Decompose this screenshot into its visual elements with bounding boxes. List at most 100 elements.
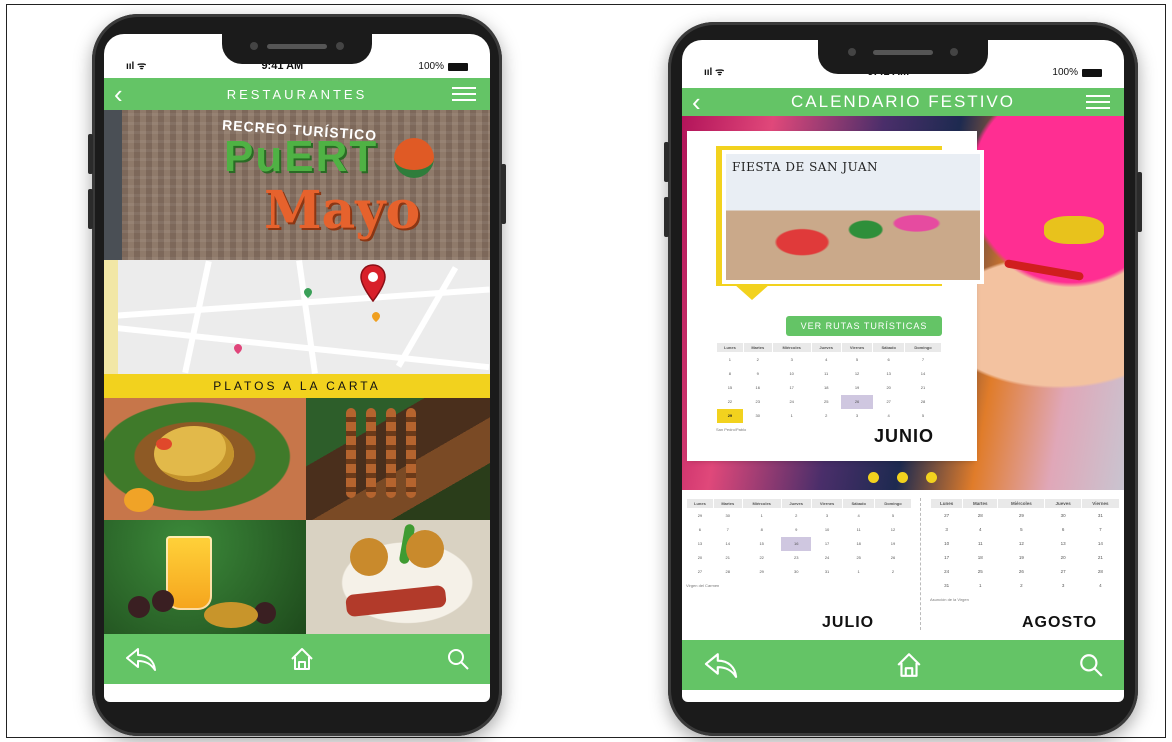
calendar-day[interactable]: 12 [998, 537, 1045, 551]
carousel-dot[interactable] [868, 472, 879, 483]
calendar-day[interactable]: 30 [1045, 509, 1081, 523]
ver-rutas-button[interactable]: VER RUTAS TURÍSTICAS [786, 316, 942, 336]
calendar-day[interactable]: 3 [772, 353, 811, 367]
calendar-day[interactable]: 5 [841, 353, 873, 367]
calendar-day[interactable]: 19 [875, 537, 912, 551]
calendar-day[interactable]: 28 [905, 395, 942, 409]
fiesta-photo[interactable]: FIESTA DE SAN JUAN [726, 154, 980, 280]
calendar-day[interactable]: 5 [905, 409, 942, 423]
hamburger-menu-icon[interactable] [452, 87, 476, 101]
calendar-day[interactable]: 11 [811, 367, 841, 381]
calendar-day[interactable]: 15 [742, 537, 781, 551]
calendar-day[interactable]: 24 [772, 395, 811, 409]
dish-card-jugo[interactable] [104, 520, 306, 634]
calendar-day[interactable]: 8 [717, 367, 744, 381]
calendar-day[interactable]: 21 [713, 551, 742, 565]
calendar-day[interactable]: 5 [875, 509, 912, 523]
calendar-day[interactable]: 31 [1081, 509, 1119, 523]
calendar-day[interactable]: 6 [1045, 523, 1081, 537]
carousel-dot[interactable] [897, 472, 908, 483]
calendar-day[interactable]: 20 [687, 551, 714, 565]
calendar-day[interactable]: 2 [743, 353, 772, 367]
search-icon[interactable] [1078, 652, 1104, 678]
calendar-day[interactable]: 4 [843, 509, 875, 523]
calendar-day[interactable]: 1 [772, 409, 811, 423]
home-icon[interactable] [289, 646, 315, 672]
calendar-day[interactable]: 7 [905, 353, 942, 367]
calendar-day[interactable]: 27 [687, 565, 714, 579]
calendar-day[interactable]: 18 [811, 381, 841, 395]
calendar-day[interactable]: 26 [841, 394, 873, 409]
calendar-day[interactable]: 25 [811, 395, 841, 409]
calendar-day[interactable]: 14 [713, 537, 742, 551]
calendar-day[interactable]: 10 [931, 537, 963, 551]
calendar-day[interactable]: 25 [843, 551, 875, 565]
calendar-day[interactable]: 11 [843, 523, 875, 537]
calendar-day[interactable]: 25 [963, 565, 998, 579]
calendar-day[interactable]: 21 [905, 381, 942, 395]
calendar-day[interactable]: 16 [781, 536, 812, 551]
calendar-day[interactable]: 12 [841, 367, 873, 381]
calendar-day[interactable]: 1 [717, 353, 744, 367]
calendar-day[interactable]: 2 [998, 579, 1045, 593]
calendar-day[interactable]: 31 [931, 579, 963, 593]
back-arrow-icon[interactable] [702, 651, 740, 679]
calendar-day[interactable]: 6 [873, 353, 905, 367]
calendar-day[interactable]: 15 [717, 381, 744, 395]
calendar-day[interactable]: 7 [713, 523, 742, 537]
calendar-day[interactable]: 2 [875, 565, 912, 579]
calendar-day[interactable]: 1 [843, 565, 875, 579]
calendar-day[interactable]: 14 [905, 367, 942, 381]
calendar-day[interactable]: 4 [811, 353, 841, 367]
calendar-day[interactable]: 29 [687, 509, 714, 523]
calendar-day[interactable]: 24 [811, 551, 843, 565]
carousel-dot[interactable] [926, 472, 937, 483]
calendar-day[interactable]: 4 [1081, 579, 1119, 593]
calendar-day[interactable]: 10 [772, 367, 811, 381]
calendar-day[interactable]: 2 [811, 409, 841, 423]
calendar-day[interactable]: 22 [742, 551, 781, 565]
calendar-day[interactable]: 21 [1081, 551, 1119, 565]
calendar-day[interactable]: 27 [873, 395, 905, 409]
calendar-day[interactable]: 13 [687, 537, 714, 551]
calendar-day[interactable]: 13 [1045, 537, 1081, 551]
calendar-day[interactable]: 3 [931, 523, 963, 537]
back-button[interactable]: ‹ [114, 81, 123, 107]
calendar-day[interactable]: 7 [1081, 523, 1119, 537]
calendar-day[interactable]: 18 [963, 551, 998, 565]
back-button[interactable]: ‹ [692, 89, 701, 115]
search-icon[interactable] [446, 647, 470, 671]
calendar-day[interactable]: 10 [811, 523, 843, 537]
calendar-day[interactable]: 6 [687, 523, 714, 537]
dish-card-juane[interactable] [104, 398, 306, 520]
calendar-day[interactable]: 31 [811, 565, 843, 579]
calendar-day[interactable]: 1 [963, 579, 998, 593]
calendar-day[interactable]: 4 [963, 523, 998, 537]
calendar-day[interactable]: 1 [742, 509, 781, 523]
calendar-day[interactable]: 20 [1045, 551, 1081, 565]
calendar-day[interactable]: 23 [743, 395, 772, 409]
calendar-day[interactable]: 28 [713, 565, 742, 579]
calendar-day[interactable]: 19 [998, 551, 1045, 565]
calendar-day[interactable]: 27 [931, 509, 963, 523]
calendar-day[interactable]: 28 [963, 509, 998, 523]
calendar-day[interactable]: 30 [743, 409, 772, 423]
calendar-day[interactable]: 13 [873, 367, 905, 381]
calendar-day[interactable]: 18 [843, 537, 875, 551]
calendar-day[interactable]: 3 [841, 409, 873, 423]
calendar-day[interactable]: 26 [875, 551, 912, 565]
calendar-day[interactable]: 12 [875, 523, 912, 537]
calendar-day[interactable]: 2 [781, 509, 811, 523]
calendar-day[interactable]: 29 [716, 408, 744, 423]
calendar-day[interactable]: 4 [873, 409, 905, 423]
hamburger-menu-icon[interactable] [1086, 95, 1110, 109]
location-map[interactable] [104, 260, 490, 374]
calendar-day[interactable]: 22 [717, 395, 744, 409]
back-arrow-icon[interactable] [124, 646, 158, 672]
calendar-day[interactable]: 11 [963, 537, 998, 551]
calendar-day[interactable]: 9 [743, 367, 772, 381]
calendar-day[interactable]: 24 [931, 565, 963, 579]
calendar-day[interactable]: 3 [1045, 579, 1081, 593]
calendar-day[interactable]: 29 [998, 509, 1045, 523]
calendar-day[interactable]: 26 [998, 565, 1045, 579]
